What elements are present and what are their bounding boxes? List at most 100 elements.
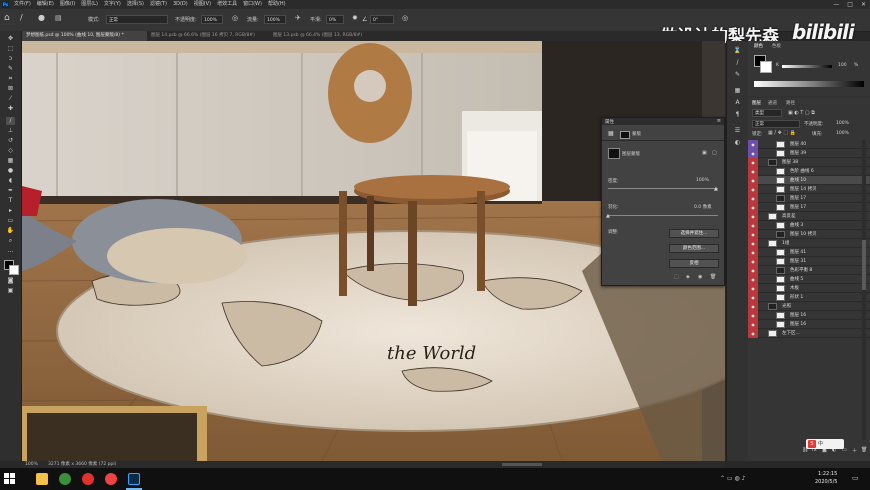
- visibility-eye-icon[interactable]: ◉: [748, 203, 758, 212]
- marquee-tool-icon[interactable]: ⬚: [6, 45, 15, 53]
- layer-row[interactable]: ◉ 曲线 3: [748, 221, 870, 230]
- brush-tool-icon[interactable]: /: [6, 117, 15, 125]
- color-range-button[interactable]: 颜色范围...: [669, 244, 719, 253]
- layer-mask-icon[interactable]: [608, 148, 620, 159]
- layer-row[interactable]: ◉ 图层 17: [748, 203, 870, 212]
- pressure-opacity-icon[interactable]: ◎: [232, 14, 238, 22]
- flow-input[interactable]: 100%: [264, 15, 286, 24]
- pixel-mask-icon[interactable]: ▣: [702, 150, 707, 156]
- gradient-tool-icon[interactable]: ▦: [6, 157, 15, 165]
- tab-document-2[interactable]: 图层 14.psb @ 66.6% (图层 16 拷贝 7, RGB/8#): [147, 31, 269, 41]
- frame-tool-icon[interactable]: ⊠: [6, 85, 15, 93]
- quick-mask-icon[interactable]: ◙: [6, 277, 15, 285]
- visibility-eye-icon[interactable]: ◉: [748, 239, 758, 248]
- visibility-eye-icon[interactable]: ◉: [748, 275, 758, 284]
- properties-panel-icon[interactable]: ☰: [733, 127, 742, 135]
- visibility-eye-icon[interactable]: ◉: [748, 266, 758, 275]
- menu-item[interactable]: 选择(S): [127, 1, 144, 8]
- layer-row[interactable]: ◉ 图层 16: [748, 320, 870, 329]
- app-icon-red[interactable]: [105, 473, 117, 485]
- minimize-button[interactable]: —: [833, 0, 839, 9]
- close-button[interactable]: ✕: [861, 0, 866, 9]
- hand-tool-icon[interactable]: ✋: [6, 227, 15, 235]
- quick-select-tool-icon[interactable]: ✎: [6, 65, 15, 73]
- visibility-eye-icon[interactable]: ◉: [748, 230, 758, 239]
- background-color-swatch[interactable]: [9, 265, 19, 275]
- paragraph-panel-icon[interactable]: ¶: [733, 111, 742, 119]
- tab-document-3[interactable]: 图层 13.psb @ 66.4% (图层 13, RGB/8#): [269, 31, 389, 41]
- layer-row[interactable]: ◉ 图层 16: [748, 311, 870, 320]
- pen-tool-icon[interactable]: ✒: [6, 187, 15, 195]
- visibility-eye-icon[interactable]: ◉: [748, 176, 758, 185]
- layers-scrollbar[interactable]: [862, 140, 866, 440]
- menu-item[interactable]: 编辑(E): [37, 1, 54, 8]
- healing-brush-tool-icon[interactable]: ✚: [6, 105, 15, 113]
- fill-value[interactable]: 100%: [836, 131, 849, 136]
- file-explorer-icon[interactable]: [36, 473, 48, 485]
- vector-mask-icon[interactable]: ▢: [712, 150, 717, 156]
- airbrush-icon[interactable]: ✈: [295, 14, 301, 22]
- layer-row[interactable]: ◉ 曲线 5: [748, 275, 870, 284]
- feather-slider[interactable]: [608, 215, 718, 216]
- tab-color[interactable]: 颜色: [754, 43, 763, 49]
- brush-settings-panel-icon[interactable]: /: [733, 59, 742, 67]
- crop-tool-icon[interactable]: ⌗: [6, 75, 15, 83]
- brush-settings-icon[interactable]: ▤: [55, 14, 62, 22]
- layer-comps-icon[interactable]: ▦: [733, 87, 742, 95]
- visibility-eye-icon[interactable]: ◉: [748, 212, 758, 221]
- brush-preset-icon[interactable]: ●: [38, 14, 45, 22]
- eraser-tool-icon[interactable]: ◇: [6, 147, 15, 155]
- more-tools-icon[interactable]: …: [6, 247, 15, 255]
- tray-icons[interactable]: ⌃ ▭ ◍ ♪: [720, 475, 745, 482]
- gear-icon[interactable]: ✹: [352, 14, 358, 22]
- menu-item[interactable]: 3D(D): [173, 1, 188, 8]
- panel-menu-icon[interactable]: ≡: [717, 118, 721, 124]
- lock-icons[interactable]: ▦ / ✥ ⬚ 🔒: [768, 130, 796, 136]
- screen-mode-icon[interactable]: ▣: [6, 287, 15, 295]
- tab-paths[interactable]: 路径: [786, 100, 795, 106]
- ime-mode[interactable]: 中: [818, 440, 823, 447]
- tab-swatches[interactable]: 色板: [772, 43, 781, 49]
- apply-mask-icon[interactable]: ◈: [686, 274, 690, 280]
- density-slider-handle[interactable]: ▲: [714, 186, 718, 192]
- delete-layer-icon[interactable]: 🗑: [861, 447, 867, 453]
- layer-row[interactable]: ◉ 光照: [748, 302, 870, 311]
- menu-item[interactable]: 窗口(W): [243, 1, 262, 8]
- menu-item[interactable]: 增效工具: [217, 1, 237, 8]
- layer-row[interactable]: ◉ 曲线 10: [748, 176, 870, 185]
- toggle-mask-icon[interactable]: ◉: [698, 274, 702, 280]
- layer-row[interactable]: ◉ 左下区...: [748, 329, 870, 338]
- visibility-eye-icon[interactable]: ◉: [748, 221, 758, 230]
- menu-item[interactable]: 图层(L): [81, 1, 98, 8]
- tab-layers[interactable]: 图层: [752, 100, 761, 106]
- layer-row[interactable]: ◉ 1组: [748, 239, 870, 248]
- layer-row[interactable]: ◉ 图层 41: [748, 248, 870, 257]
- opacity-input[interactable]: 100%: [201, 15, 223, 24]
- netease-music-icon[interactable]: [82, 473, 94, 485]
- blur-tool-icon[interactable]: ●: [6, 167, 15, 175]
- visibility-eye-icon[interactable]: ◉: [748, 329, 758, 338]
- layer-row[interactable]: ◉ 图层 38: [748, 158, 870, 167]
- move-tool-icon[interactable]: ✥: [6, 35, 15, 43]
- mode-select[interactable]: 正常: [106, 15, 168, 24]
- layer-row[interactable]: ◉ 图层 10 拷贝: [748, 230, 870, 239]
- smooth-input[interactable]: 0%: [326, 15, 344, 24]
- dodge-tool-icon[interactable]: ◖: [6, 177, 15, 185]
- k-slider[interactable]: [782, 65, 832, 68]
- visibility-eye-icon[interactable]: ◉: [748, 311, 758, 320]
- horizontal-scrollbar[interactable]: [502, 463, 542, 466]
- visibility-eye-icon[interactable]: ◉: [748, 149, 758, 158]
- photoshop-taskbar-icon[interactable]: [128, 473, 140, 485]
- visibility-eye-icon[interactable]: ◉: [748, 140, 758, 149]
- menu-item[interactable]: 文字(Y): [104, 1, 121, 8]
- k-value[interactable]: 100: [838, 63, 847, 68]
- maximize-button[interactable]: □: [847, 0, 853, 9]
- notification-icon[interactable]: ▭: [852, 474, 859, 482]
- properties-header[interactable]: 属性 ≡: [602, 118, 724, 125]
- layer-row[interactable]: ◉ 图层 17: [748, 194, 870, 203]
- menu-item[interactable]: 帮助(H): [268, 1, 286, 8]
- document-info[interactable]: 3271 像素 x 3660 像素 (72 ppi): [48, 461, 116, 468]
- visibility-eye-icon[interactable]: ◉: [748, 284, 758, 293]
- history-icon[interactable]: ⌛: [733, 47, 742, 55]
- windows-start-icon[interactable]: [4, 473, 15, 484]
